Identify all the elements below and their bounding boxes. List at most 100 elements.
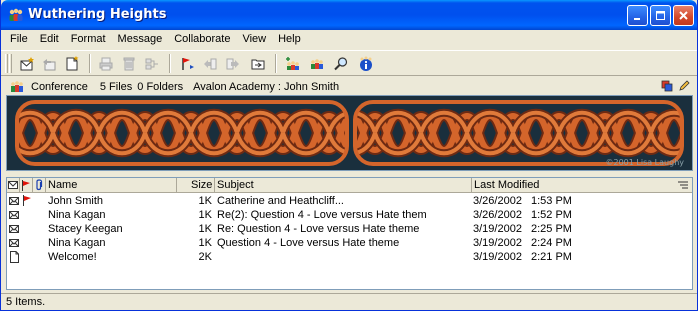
flag-button[interactable] — [176, 53, 198, 75]
minimize-button[interactable] — [627, 5, 648, 26]
row-name: Welcome! — [48, 251, 97, 263]
row-name: John Smith — [48, 195, 104, 207]
row-size: 1K — [198, 223, 212, 235]
table-row[interactable]: Nina Kagan 1K Re(2): Question 4 - Love v… — [7, 208, 692, 222]
celtic-knot-banner-image — [7, 96, 692, 170]
row-date: 3/26/2002 — [473, 209, 522, 221]
print-button[interactable] — [95, 53, 117, 75]
flag-icon[interactable] — [22, 195, 32, 206]
info-button[interactable] — [355, 53, 377, 75]
folder-icon — [251, 59, 265, 70]
flag-column-icon — [22, 180, 30, 191]
conference-label: Conference — [31, 80, 88, 93]
find-button[interactable] — [330, 53, 352, 75]
row-name: Nina Kagan — [48, 209, 106, 221]
column-name[interactable]: Name — [46, 178, 177, 193]
status-bar: 5 Items. — [1, 293, 697, 310]
status-text: 5 Items. — [6, 296, 46, 308]
column-subject[interactable]: Subject — [215, 178, 472, 193]
row-time: 2:24 PM — [531, 237, 572, 249]
table-row[interactable]: Stacey Keegan 1K Re: Question 4 - Love v… — [7, 222, 692, 236]
row-name: Stacey Keegan — [48, 223, 123, 235]
delete-button[interactable] — [118, 53, 140, 75]
conference-icon — [11, 80, 23, 92]
menu-collaborate[interactable]: Collaborate — [168, 30, 236, 48]
conference-banner: ©2001 Lisa Laughy — [6, 95, 693, 171]
minimize-icon — [634, 18, 640, 20]
row-time: 1:53 PM — [531, 195, 572, 207]
menu-view[interactable]: View — [236, 30, 272, 48]
row-name: Nina Kagan — [48, 237, 106, 249]
column-flag[interactable] — [20, 178, 33, 193]
menu-file[interactable]: File — [4, 30, 34, 48]
menu-format[interactable]: Format — [65, 30, 112, 48]
column-last-modified[interactable]: Last Modified — [472, 178, 692, 193]
table-row[interactable]: Welcome! 2K 3/19/2002 2:21 PM — [7, 250, 692, 264]
flag-icon — [182, 58, 194, 70]
folder-button[interactable] — [247, 53, 269, 75]
row-time: 2:21 PM — [531, 251, 572, 263]
row-subject: Re(2): Question 4 - Love versus Hate the… — [217, 209, 427, 221]
location-bar: Conference 5 Files 0 Folders Avalon Acad… — [1, 78, 697, 95]
toolbar-grip[interactable] — [5, 54, 8, 73]
location-path: Avalon Academy : John Smith — [193, 80, 340, 93]
table-row[interactable]: Nina Kagan 1K Question 4 - Love versus H… — [7, 236, 692, 250]
new-message-icon — [20, 57, 34, 71]
message-icon — [9, 197, 19, 205]
add-member-icon — [286, 57, 299, 70]
row-time: 1:52 PM — [531, 209, 572, 221]
properties-button[interactable] — [141, 53, 163, 75]
forward-icon — [226, 58, 239, 70]
menu-message[interactable]: Message — [112, 30, 169, 48]
delete-icon — [123, 57, 135, 71]
row-subject: Question 4 - Love versus Hate theme — [217, 237, 400, 249]
close-button[interactable] — [673, 5, 694, 26]
document-icon — [10, 251, 19, 263]
close-icon — [679, 11, 688, 20]
row-date: 3/19/2002 — [473, 251, 522, 263]
menu-edit[interactable]: Edit — [34, 30, 65, 48]
info-icon — [360, 56, 372, 71]
window-title: Wuthering Heights — [28, 7, 167, 22]
column-size[interactable]: Size — [177, 178, 215, 193]
column-chooser-icon[interactable] — [678, 181, 688, 190]
column-type[interactable] — [7, 178, 20, 193]
row-size: 1K — [198, 209, 212, 221]
row-subject: Catherine and Heathcliff... — [217, 195, 344, 207]
menu-help[interactable]: Help — [272, 30, 307, 48]
window-arrange-icon[interactable] — [661, 80, 673, 92]
reply-all-button[interactable] — [199, 53, 221, 75]
row-date: 3/26/2002 — [473, 195, 522, 207]
row-date: 3/19/2002 — [473, 237, 522, 249]
app-window: Wuthering Heights File Edit Format Messa… — [0, 0, 698, 311]
find-icon — [334, 57, 348, 71]
row-date: 3/19/2002 — [473, 223, 522, 235]
toolbar — [1, 50, 697, 76]
members-button[interactable] — [306, 53, 328, 75]
reply-button[interactable] — [38, 53, 60, 75]
list-header: Name Size Subject Last Modified — [7, 178, 692, 193]
menu-bar: File Edit Format Message Collaborate Vie… — [1, 30, 697, 48]
new-message-button[interactable] — [16, 53, 38, 75]
properties-icon — [145, 58, 158, 70]
row-size: 2K — [198, 251, 212, 263]
file-list: Name Size Subject Last Modified John Smi… — [6, 177, 693, 290]
message-icon — [9, 239, 19, 247]
pencil-icon[interactable] — [678, 80, 690, 92]
toolbar-grip-2[interactable] — [9, 54, 12, 73]
forward-button[interactable] — [222, 53, 244, 75]
add-member-button[interactable] — [282, 53, 304, 75]
maximize-icon — [656, 11, 665, 20]
maximize-button[interactable] — [650, 5, 671, 26]
message-icon — [9, 225, 19, 233]
file-count: 5 Files — [99, 80, 133, 93]
new-document-button[interactable] — [61, 53, 83, 75]
row-subject: Re: Question 4 - Love versus Hate theme — [217, 223, 420, 235]
folder-count: 0 Folders — [137, 80, 184, 93]
title-bar[interactable]: Wuthering Heights — [1, 0, 697, 30]
column-attachment[interactable] — [33, 178, 46, 193]
envelope-column-icon — [8, 181, 18, 189]
new-document-icon — [66, 56, 79, 71]
table-row[interactable]: John Smith 1K Catherine and Heathcliff..… — [7, 194, 692, 208]
paperclip-column-icon — [36, 179, 43, 191]
